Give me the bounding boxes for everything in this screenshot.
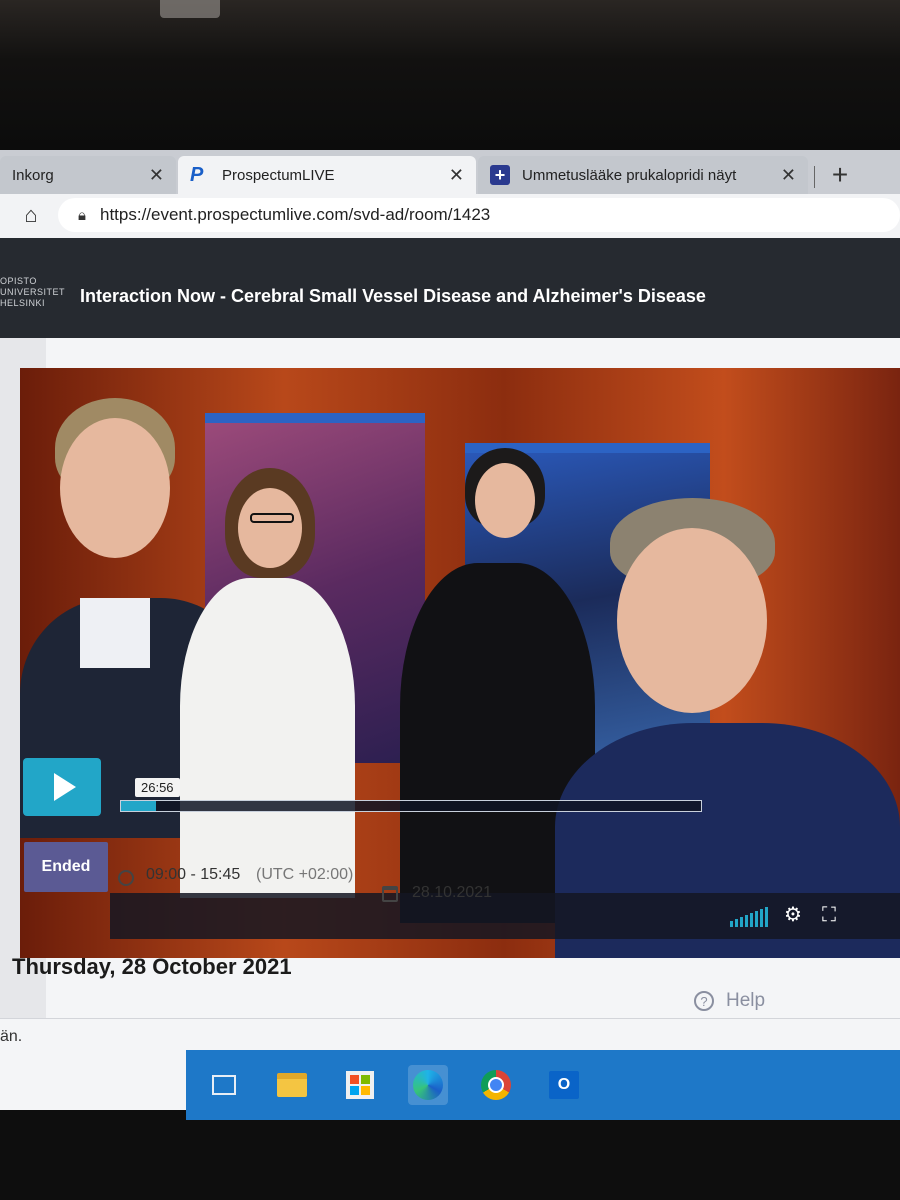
outlook-icon[interactable]: O <box>544 1065 584 1105</box>
university-logo: OPISTO UNIVERSITET HELSINKI <box>0 276 66 309</box>
play-icon <box>54 773 76 801</box>
tab-label: Inkorg <box>12 166 54 184</box>
day-heading: Thursday, 28 October 2021 <box>12 954 292 979</box>
close-icon[interactable]: ✕ <box>149 165 164 186</box>
divider <box>0 1018 900 1019</box>
taskbar: O <box>186 1050 900 1120</box>
home-icon[interactable]: ⌂ <box>18 202 44 228</box>
close-icon[interactable]: ✕ <box>449 165 464 186</box>
logo-line: HELSINKI <box>0 298 46 308</box>
settings-gear-icon[interactable]: ⚙ <box>784 903 802 927</box>
chrome-icon[interactable] <box>476 1065 516 1105</box>
speaker-right <box>555 498 900 958</box>
file-explorer-icon[interactable] <box>272 1065 312 1105</box>
event-timezone: (UTC +02:00) <box>256 866 354 883</box>
monitor-bezel-bottom <box>0 1110 900 1200</box>
clock-icon <box>118 870 134 886</box>
page-content: OPISTO UNIVERSITET HELSINKI Interaction … <box>0 238 900 1110</box>
help-link[interactable]: ? Help <box>694 990 765 1012</box>
site-header: OPISTO UNIVERSITET HELSINKI Interaction … <box>0 238 900 338</box>
player-controls: ⚙ ⛶ <box>110 893 900 939</box>
url-field[interactable]: 🔒︎ https://event.prospectumlive.com/svd-… <box>58 198 900 232</box>
bezel-reflection <box>160 0 220 18</box>
help-icon: ? <box>694 991 714 1011</box>
play-button[interactable] <box>23 758 101 816</box>
help-label: Help <box>726 990 766 1011</box>
lock-icon[interactable]: 🔒︎ <box>78 207 86 224</box>
tab-prospectumlive[interactable]: P ProspectumLIVE ✕ <box>178 156 476 194</box>
progress-fill <box>121 801 156 811</box>
event-title: Interaction Now - Cerebral Small Vessel … <box>80 286 706 306</box>
logo-line: OPISTO <box>0 276 37 286</box>
footer-text: än. <box>0 1028 23 1045</box>
status-badge: Ended <box>24 842 108 892</box>
close-icon[interactable]: ✕ <box>781 165 796 186</box>
tab-label: ProspectumLIVE <box>222 166 335 184</box>
monitor-bezel-top <box>0 0 900 150</box>
volume-icon[interactable] <box>730 903 768 927</box>
browser-tab-bar: Inkorg ✕ P ProspectumLIVE ✕ + Ummetuslää… <box>0 150 900 194</box>
tab-label: Ummetuslääke prukalopridi näyt <box>522 166 737 184</box>
tab-inkorg[interactable]: Inkorg ✕ <box>0 156 176 194</box>
new-tab-button[interactable]: + <box>820 160 860 190</box>
store-icon[interactable] <box>340 1065 380 1105</box>
url-text: https://event.prospectumlive.com/svd-ad/… <box>99 205 491 224</box>
logo-line: UNIVERSITET <box>0 287 66 297</box>
tab-ummetuslaake[interactable]: + Ummetuslääke prukalopridi näyt ✕ <box>478 156 808 194</box>
edge-icon[interactable] <box>408 1065 448 1105</box>
event-date: 28.10.2021 <box>412 884 493 901</box>
event-time-range: 09:00 - 15:45 <box>146 866 241 883</box>
speaker-white-jacket <box>180 468 360 898</box>
tab-separator <box>814 166 815 188</box>
prospectum-favicon-icon: P <box>190 164 204 186</box>
calendar-icon <box>382 886 398 902</box>
progress-bar[interactable] <box>120 800 702 812</box>
address-bar-row: ⌂ 🔒︎ https://event.prospectumlive.com/sv… <box>0 194 900 238</box>
time-tooltip: 26:56 <box>135 778 180 797</box>
task-view-icon[interactable] <box>204 1065 244 1105</box>
fullscreen-icon[interactable]: ⛶ <box>822 903 836 927</box>
medical-cross-favicon-icon: + <box>490 165 510 185</box>
